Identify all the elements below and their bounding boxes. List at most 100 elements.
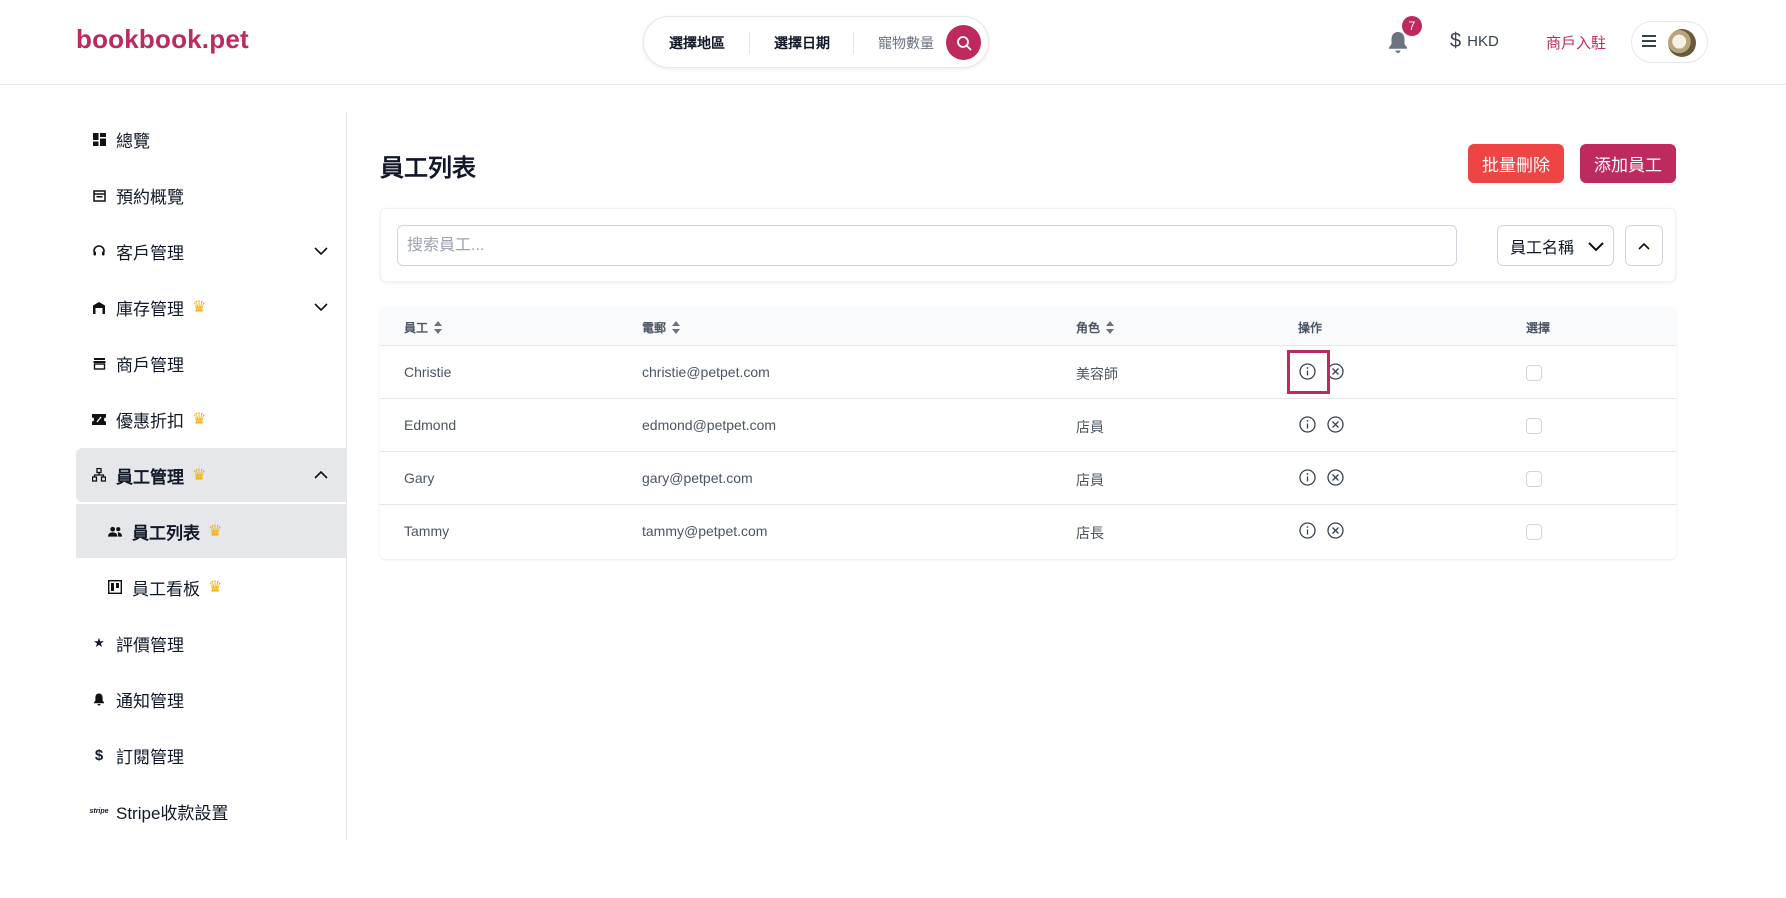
sort-icon bbox=[434, 321, 443, 334]
close-icon[interactable] bbox=[1326, 468, 1345, 487]
sidebar-item-staff-list[interactable]: 員工列表 ♛ bbox=[76, 504, 347, 558]
info-icon[interactable] bbox=[1298, 415, 1317, 434]
chevron-down-icon bbox=[314, 247, 328, 256]
row-select-checkbox[interactable] bbox=[1526, 524, 1542, 540]
column-header-select: 選擇 bbox=[1526, 321, 1551, 335]
search-button[interactable] bbox=[946, 25, 981, 60]
store-icon bbox=[92, 356, 106, 370]
sort-icon bbox=[672, 321, 681, 334]
chevron-down-icon bbox=[1588, 242, 1604, 252]
merchant-signup-link[interactable]: 商戶入駐 bbox=[1546, 32, 1606, 53]
sort-icon bbox=[1106, 321, 1115, 334]
sort-field-label: 員工名稱 bbox=[1510, 239, 1575, 257]
sidebar-item-staff-board[interactable]: 員工看板 ♛ bbox=[76, 560, 347, 614]
crown-icon: ♛ bbox=[192, 467, 207, 484]
sidebar-item-merchant[interactable]: 商戶管理 bbox=[76, 336, 347, 390]
org-icon bbox=[92, 468, 106, 482]
pet-count-selector[interactable]: 寵物數量 bbox=[878, 33, 934, 53]
column-header-staff[interactable]: 員工 bbox=[404, 319, 443, 336]
sidebar-item-label: 評價管理 bbox=[116, 635, 184, 655]
staff-name: Christie bbox=[404, 364, 452, 380]
sidebar-item-staff[interactable]: 員工管理 ♛ bbox=[76, 448, 347, 502]
crown-icon: ♛ bbox=[192, 411, 207, 428]
avatar bbox=[1668, 29, 1696, 57]
menu-icon bbox=[1642, 35, 1656, 47]
column-header-role[interactable]: 角色 bbox=[1076, 319, 1115, 336]
sidebar-item-inventory[interactable]: 庫存管理 ♛ bbox=[76, 280, 347, 334]
date-selector[interactable]: 選擇日期 bbox=[774, 33, 830, 53]
focus-highlight bbox=[1287, 350, 1330, 394]
top-nav: bookbook.pet 選擇地區 選擇日期 寵物數量 7 $ HKD 商戶入駐 bbox=[0, 0, 1786, 85]
sidebar-item-label: Stripe收款設置 bbox=[116, 803, 229, 823]
staff-name: Edmond bbox=[404, 417, 457, 433]
board-icon bbox=[108, 580, 122, 594]
chevron-down-icon bbox=[314, 303, 328, 312]
sidebar-item-label: 通知管理 bbox=[116, 691, 184, 711]
info-icon[interactable] bbox=[1298, 468, 1317, 487]
region-selector[interactable]: 選擇地區 bbox=[669, 33, 725, 53]
divider bbox=[853, 32, 854, 54]
sidebar-item-label: 庫存管理 bbox=[116, 299, 184, 319]
sidebar-item-discounts[interactable]: 優惠折扣 ♛ bbox=[76, 392, 347, 446]
crown-icon: ♛ bbox=[208, 579, 223, 596]
row-select-checkbox[interactable] bbox=[1526, 418, 1542, 434]
headset-icon bbox=[92, 244, 106, 258]
row-actions bbox=[1298, 521, 1345, 540]
staff-name: Tammy bbox=[404, 523, 450, 539]
sidebar-item-bookings[interactable]: 預約概覽 bbox=[76, 168, 347, 222]
column-header-email[interactable]: 電郵 bbox=[642, 319, 681, 336]
staff-email: tammy@petpet.com bbox=[642, 523, 768, 539]
table-header: 員工 電郵 角色 操作 選擇 bbox=[380, 307, 1676, 346]
sidebar-item-label: 員工看板 bbox=[132, 579, 200, 599]
logo[interactable]: bookbook.pet bbox=[76, 24, 249, 55]
currency-selector[interactable]: $ HKD bbox=[1450, 30, 1499, 53]
sidebar-item-label: 預約概覽 bbox=[116, 187, 184, 207]
staff-email: edmond@petpet.com bbox=[642, 417, 777, 433]
search-bar[interactable]: 選擇地區 選擇日期 寵物數量 bbox=[643, 16, 989, 68]
table-row: Tammy tammy@petpet.com 店長 bbox=[380, 505, 1676, 558]
close-icon[interactable] bbox=[1326, 415, 1345, 434]
sidebar-item-label: 員工列表 bbox=[132, 523, 200, 543]
crown-icon: ♛ bbox=[192, 299, 207, 316]
notification-badge: 7 bbox=[1402, 16, 1422, 36]
row-actions bbox=[1298, 415, 1345, 434]
staff-role: 店員 bbox=[1076, 472, 1104, 488]
dashboard-icon bbox=[92, 132, 106, 146]
table-row: Gary gary@petpet.com 店員 bbox=[380, 452, 1676, 505]
close-icon[interactable] bbox=[1326, 521, 1345, 540]
row-actions bbox=[1298, 468, 1345, 487]
sidebar-item-customers[interactable]: 客戶管理 bbox=[76, 224, 347, 278]
staff-search-input[interactable] bbox=[397, 225, 1457, 266]
user-menu[interactable] bbox=[1631, 21, 1708, 63]
info-icon[interactable] bbox=[1298, 521, 1317, 540]
staff-role: 店長 bbox=[1076, 525, 1104, 541]
users-icon bbox=[108, 524, 122, 538]
staff-email: gary@petpet.com bbox=[642, 470, 753, 486]
sort-direction-button[interactable] bbox=[1625, 225, 1663, 266]
crown-icon: ♛ bbox=[208, 523, 223, 540]
page-title: 員工列表 bbox=[380, 155, 476, 182]
bell-icon bbox=[92, 692, 106, 706]
row-select-checkbox[interactable] bbox=[1526, 365, 1542, 381]
sidebar: 總覽 預約概覽 客戶管理 庫存管理 ♛ 商戶管理 優惠折扣 ♛ 員工管理 ♛ 員… bbox=[76, 112, 347, 840]
sidebar-item-notifications[interactable]: 通知管理 bbox=[76, 672, 347, 726]
staff-role: 店員 bbox=[1076, 419, 1104, 435]
row-select-checkbox[interactable] bbox=[1526, 471, 1542, 487]
column-header-actions: 操作 bbox=[1298, 321, 1323, 335]
staff-name: Gary bbox=[404, 470, 435, 486]
calendar-icon bbox=[92, 188, 106, 202]
star-icon: ★ bbox=[93, 635, 105, 650]
sidebar-item-label: 總覽 bbox=[116, 131, 150, 151]
sidebar-item-stripe[interactable]: stripe Stripe收款設置 bbox=[76, 784, 347, 838]
divider bbox=[749, 32, 750, 54]
sidebar-item-overview[interactable]: 總覽 bbox=[76, 112, 347, 166]
sidebar-item-subscription[interactable]: $ 訂閱管理 bbox=[76, 728, 347, 782]
sort-field-select[interactable]: 員工名稱 bbox=[1497, 225, 1614, 266]
warehouse-icon bbox=[92, 300, 106, 314]
table-row: Christie christie@petpet.com 美容師 bbox=[380, 346, 1676, 399]
dollar-icon: $ bbox=[94, 746, 104, 764]
add-staff-button[interactable]: 添加員工 bbox=[1580, 144, 1676, 183]
bulk-delete-button[interactable]: 批量刪除 bbox=[1468, 144, 1564, 183]
sidebar-item-reviews[interactable]: ★ 評價管理 bbox=[76, 616, 347, 670]
sidebar-item-label: 客戶管理 bbox=[116, 243, 184, 263]
